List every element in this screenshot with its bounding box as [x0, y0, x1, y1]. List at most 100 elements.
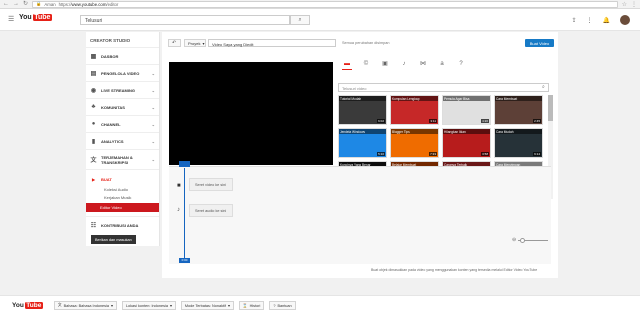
thumbnail-duration: 6:02: [377, 119, 385, 123]
library-video-thumbnail[interactable]: Tutorial Mudah 6:02: [338, 95, 387, 125]
thumbnail-caption: Blogger Tips: [391, 129, 438, 134]
thumbnail-caption: Jendela Windows: [339, 129, 386, 134]
scrollbar-thumb[interactable]: [548, 95, 553, 121]
zoom-slider[interactable]: [518, 237, 549, 243]
chevron-down-icon: ⌄: [151, 157, 155, 162]
create-video-button[interactable]: Buat Video: [525, 39, 554, 47]
library-video-thumbnail[interactable]: Blogger Tips 7:33: [390, 128, 439, 158]
community-icon: ♣: [91, 104, 96, 110]
logo-tube: Tube: [24, 302, 43, 309]
sidebar-item-translations[interactable]: 文 TERJEMAHAN & TRANSKRIPSI ⌄: [86, 149, 159, 169]
browser-toolbar: ← → ↻ 🔒 Aman https:// www.youtube.com /e…: [0, 0, 640, 9]
search-input[interactable]: Telusuri: [80, 15, 290, 25]
sidebar-subitem-audio-library[interactable]: Koleksi Audio: [90, 185, 155, 193]
address-bar[interactable]: 🔒 Aman https:// www.youtube.com /editor: [32, 0, 618, 8]
sidebar-subitem-music[interactable]: Kerjakan Musik: [90, 193, 155, 201]
help-icon: ?: [273, 303, 276, 308]
hamburger-icon[interactable]: ☰: [8, 16, 14, 23]
tab-help[interactable]: ?: [456, 59, 466, 70]
thumbnail-caption: Hilangkan Iklan: [443, 129, 490, 134]
tab-cc[interactable]: ©: [361, 59, 371, 70]
project-title-input[interactable]: Video Saya yang Diedit: [208, 39, 336, 47]
library-video-thumbnail[interactable]: Pemula Agar Bisa 4:20: [442, 95, 491, 125]
library-video-thumbnail[interactable]: Jendela Windows 5:10: [338, 128, 387, 158]
undo-button[interactable]: ↶: [168, 39, 181, 47]
chevron-down-icon: ⌄: [151, 138, 155, 144]
tab-video[interactable]: ▬: [342, 59, 352, 70]
notifications-icon[interactable]: 🔔: [603, 17, 610, 24]
logo-tube: Tube: [32, 14, 52, 21]
restricted-mode-button[interactable]: Mode Terbatas: Nonaktif ▾: [180, 301, 234, 310]
library-search-input[interactable]: Telusuri video: [338, 83, 549, 92]
reload-icon[interactable]: ↻: [23, 1, 28, 7]
tab-text[interactable]: a: [437, 59, 447, 70]
sidebar-item-create[interactable]: ▶ BUAT: [90, 173, 155, 185]
location-button[interactable]: Lokasi konten: Indonesia ▾: [121, 301, 176, 310]
undo-icon: ↶: [172, 40, 177, 46]
history-icon: ⌛: [242, 304, 248, 308]
help-button[interactable]: ? Bantuan: [269, 301, 296, 310]
url-host: www.youtube.com: [71, 1, 107, 7]
video-track-dropzone[interactable]: Seret video ke sini: [189, 178, 233, 191]
forward-arrow-icon[interactable]: →: [13, 1, 19, 7]
audio-track-dropzone[interactable]: Seret audio ke sini: [189, 204, 233, 217]
library-video-thumbnail[interactable]: Cara Mudah 9:14: [494, 128, 543, 158]
url-path: /editor: [106, 1, 119, 7]
playhead[interactable]: [184, 168, 185, 260]
youtube-logo[interactable]: You Tube: [19, 14, 52, 21]
playhead-handle[interactable]: [179, 161, 190, 167]
sidebar-item-analytics[interactable]: ▮ ANALYTICS ⌄: [86, 132, 159, 149]
library-video-thumbnail[interactable]: Kumpulan Lengkap 3:11: [390, 95, 439, 125]
video-preview[interactable]: [169, 62, 333, 165]
sidebar-subitem-video-editor[interactable]: Editor Video: [86, 203, 159, 212]
avatar[interactable]: [620, 15, 630, 25]
project-label: Proyek: [188, 40, 201, 46]
sidebar-item-channel[interactable]: ● CHANNEL ⌄: [86, 115, 159, 132]
chevron-down-icon: ▾: [111, 304, 113, 308]
sidebar-item-dasbor[interactable]: ▦ DASBOR: [86, 47, 159, 64]
sidebar-item-label: ANALYTICS: [101, 138, 124, 144]
dashboard-icon: ▦: [90, 53, 97, 60]
tab-photo[interactable]: ▣: [380, 59, 390, 70]
youtube-header: ☰ You Tube Telusuri ⌕ ⇪ ⋮ 🔔: [0, 9, 640, 31]
page-footer: You Tube 文 Bahasa: Bahasa Indonesia ▾ Loka…: [0, 295, 640, 315]
sidebar-item-community[interactable]: ♣ KOMUNITAS ⌄: [86, 98, 159, 115]
thumbnail-caption: Tutorial Mudah: [339, 96, 386, 101]
sidebar-item-live-streaming[interactable]: ◉ LIVE STREAMING ⌄: [86, 81, 159, 98]
language-button[interactable]: 文 Bahasa: Bahasa Indonesia ▾: [53, 301, 117, 310]
thumbnail-caption: Cara Membuat: [495, 96, 542, 101]
audio-track-label: Seret audio ke sini: [195, 208, 227, 213]
project-dropdown[interactable]: Proyek ▾: [184, 39, 206, 47]
history-button[interactable]: ⌛ Histori: [238, 301, 265, 310]
security-label: Aman: [44, 1, 56, 7]
tab-music[interactable]: ♪: [399, 59, 409, 70]
zoom-slider-knob[interactable]: [520, 237, 526, 243]
footer-logo[interactable]: You Tube: [12, 302, 43, 309]
timeline-panel: ■ Seret video ke sini ♪ Seret audio ke s…: [169, 166, 551, 264]
channel-icon: ●: [91, 121, 96, 127]
sidebar-item-contributions[interactable]: ☷ KONTRIBUSI ANDA: [86, 216, 159, 233]
thumbnail-duration: 7:33: [429, 152, 437, 156]
library-video-thumbnail[interactable]: Cara Membuat 2:45: [494, 95, 543, 125]
back-arrow-icon[interactable]: ←: [3, 1, 9, 7]
zoom-out-icon[interactable]: ⊖: [512, 237, 516, 243]
library-tabs: ▬ © ▣ ♪ ⋈ a ?: [342, 59, 466, 70]
analytics-icon: ▮: [91, 138, 96, 145]
thumbnail-duration: 4:20: [481, 119, 489, 123]
feedback-button[interactable]: Berikan dan masukan: [91, 235, 136, 244]
creator-studio-sidebar: CREATOR STUDIO ▦ DASBOR ▤ PENGELOLA VIDE…: [86, 32, 160, 246]
star-icon[interactable]: ☆: [622, 1, 627, 8]
search-icon[interactable]: ⌕: [542, 84, 545, 90]
apps-icon[interactable]: ⋮: [587, 17, 593, 24]
upload-icon[interactable]: ⇪: [571, 17, 576, 24]
timeline-zoom: ⊖: [512, 237, 549, 243]
tab-transition[interactable]: ⋈: [418, 59, 428, 70]
thumbnail-caption: Pemula Agar Bisa: [443, 96, 490, 101]
menu-dots-icon[interactable]: ⋮: [631, 1, 637, 8]
sidebar-item-video-manager[interactable]: ▤ PENGELOLA VIDEO ⌄: [86, 64, 159, 81]
library-video-thumbnail[interactable]: Hilangkan Iklan 3:58: [442, 128, 491, 158]
thumbnail-duration: 5:10: [377, 152, 385, 156]
restricted-mode-label: Mode Terbatas: Nonaktif: [184, 303, 226, 308]
sidebar-item-label: LIVE STREAMING: [101, 87, 136, 93]
search-button[interactable]: ⌕: [290, 15, 310, 25]
